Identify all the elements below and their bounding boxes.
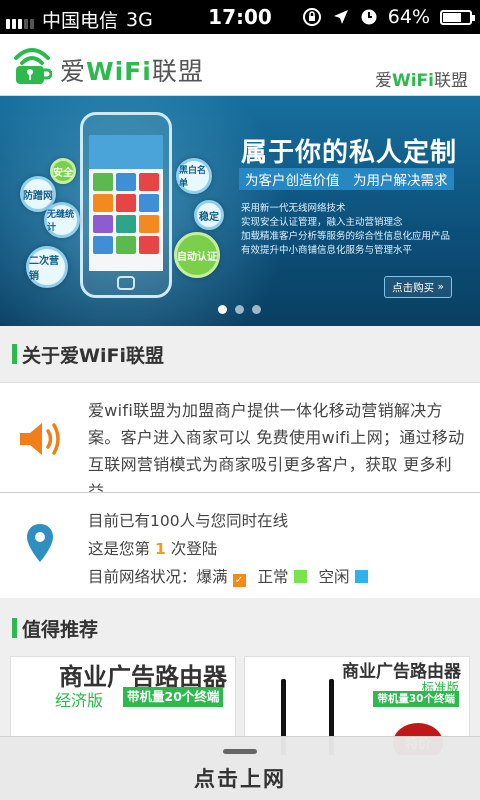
about-title: 关于爱WiFi联盟 [22,345,164,367]
brand-title: 爱WiFi联盟 [60,57,204,86]
legend-label-full: 爆满 [196,568,228,586]
about-description: 爱wifi联盟为加盟商户提供一体化移动营销解决方案。客户进入商家可以 免费使用w… [88,401,465,501]
status-bar: 中国电信 3G 17:00 64% [0,0,480,34]
carousel-dot[interactable] [235,305,244,314]
network-status-legend: 目前网络状况：爆满 ✓ 正常 空闲 [88,565,380,587]
app-root: 中国电信 3G 17:00 64% 爱WiFi联盟 爱WiFi联盟 安全 防蹭网… [0,0,480,800]
legend-idle-swatch [354,570,368,583]
drag-handle-icon[interactable] [223,749,257,754]
banner-description: 采用新一代无线网络技术 实现安全认证管理，融入主动营销理念 加载精准客户分析等服… [241,203,451,256]
product-edition: 经济版 [55,691,104,710]
recommend-title: 值得推荐 [22,619,99,641]
feature-bubble: 稳定 [194,200,224,230]
location-arrow-icon [333,10,348,24]
about-panel: 爱wifi联盟为加盟商户提供一体化移动营销解决方案。客户进入商家可以 免费使用w… [0,382,480,501]
legend-label-normal: 正常 [257,568,289,586]
product-capacity-tag: 带机量30个终端 [373,691,459,707]
online-count-text: 目前已有100人与您同时在线 [88,512,289,530]
location-pin-icon [27,524,53,562]
promo-banner[interactable]: 安全 防蹭网 无缝统计 二次营销 黑白名单 稳定 自动认证 属于你的私人定制 为… [0,96,480,326]
legend-full-check-icon: ✓ [232,574,246,587]
about-section-header: 关于爱WiFi联盟 [0,326,480,382]
banner-title: 属于你的私人定制 [241,138,458,168]
carousel-dot[interactable] [218,305,227,314]
banner-subtitle: 为客户创造价值 为用户解决需求 [239,168,454,190]
feature-bubble: 黑白名单 [176,158,212,194]
feature-bubble: 二次营销 [26,246,68,288]
rotation-lock-icon [302,8,321,26]
feature-bubble: 无缝统计 [44,202,80,238]
product-capacity-tag: 带机量20个终端 [123,687,224,707]
battery-icon [440,9,475,25]
battery-percent: 64% [387,6,430,28]
connect-button[interactable]: 点击上网 [0,763,480,793]
legend-label-idle: 空闲 [318,568,350,586]
network-status-panel: 目前已有100人与您同时在线 这是您第 1 次登陆 目前网络状况：爆满 ✓ 正常 空闲 [0,492,480,598]
login-count-text: 这是您第 1 次登陆 [88,540,218,558]
brand-title-small: 爱WiFi联盟 [374,71,468,91]
carousel-dot[interactable] [252,305,261,314]
alarm-icon [361,9,377,25]
speaker-icon [20,423,60,455]
recommend-section-header: 值得推荐 [0,600,480,656]
legend-normal-swatch [293,570,307,583]
phone-illustration [80,112,172,298]
app-header: 爱WiFi联盟 爱WiFi联盟 [0,34,480,96]
buy-button[interactable]: 点击购买 » [384,276,452,298]
connect-bar[interactable]: 点击上网 [0,736,480,800]
double-chevron-icon: » [437,281,444,293]
login-count-number: 1 [154,540,166,558]
wifi-cup-logo-icon [14,48,52,84]
feature-bubble: 安全 [50,158,76,184]
carousel-dots [218,305,261,314]
feature-bubble: 自动认证 [174,232,220,278]
